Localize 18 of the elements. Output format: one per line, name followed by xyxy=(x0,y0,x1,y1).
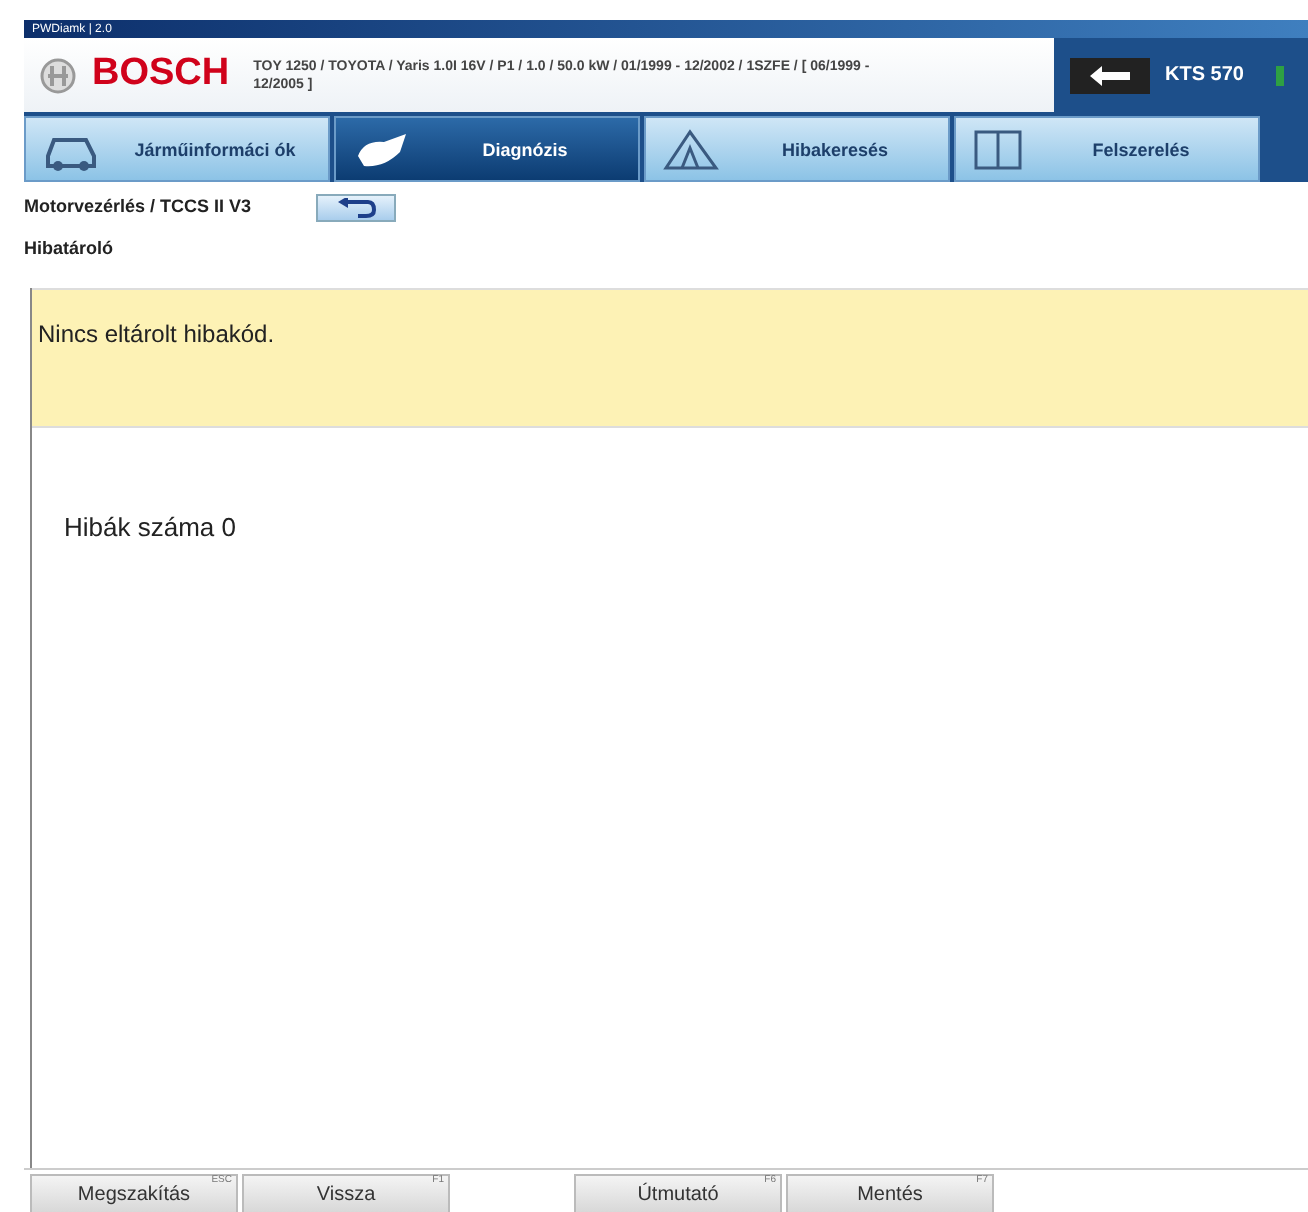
message-text: Nincs eltárolt hibakód. xyxy=(38,319,275,347)
return-arrow-icon xyxy=(335,198,376,218)
tab[interactable]: Hibakeresés xyxy=(644,116,950,182)
section-title: Hibatároló xyxy=(24,236,116,262)
warning-triangle-icon xyxy=(662,127,722,171)
tab[interactable]: Felszerelés xyxy=(954,116,1260,182)
device-name: KTS 570 xyxy=(1165,62,1244,90)
tab[interactable]: Diagnózis xyxy=(334,116,640,182)
back-arrow-icon xyxy=(1085,65,1134,85)
breadcrumb: Motorvezérlés / TCCS II V3 xyxy=(24,194,252,221)
tab[interactable]: Járműinformáci ók xyxy=(24,116,330,182)
back-button[interactable] xyxy=(1069,57,1150,93)
up-button[interactable] xyxy=(315,194,396,222)
book-icon xyxy=(972,127,1024,171)
brand-name: BOSCH xyxy=(92,50,230,99)
fault-count: Hibák száma 0 xyxy=(64,509,238,545)
status-light xyxy=(1276,65,1284,85)
bosch-logo-icon xyxy=(40,57,76,93)
